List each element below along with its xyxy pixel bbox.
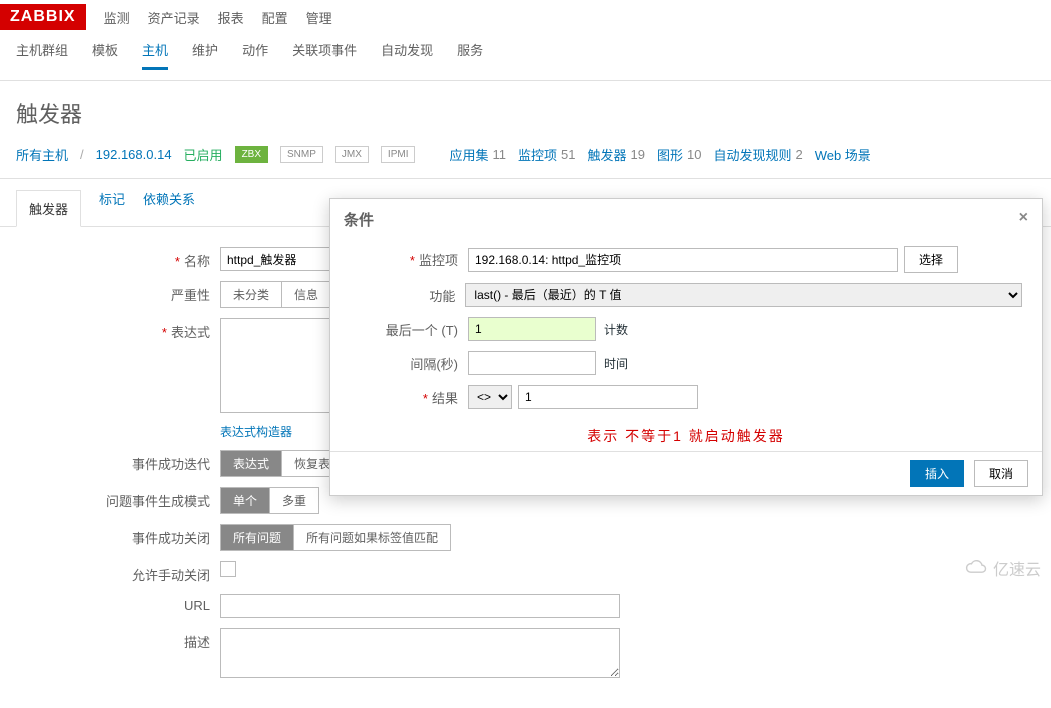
url-input[interactable] [220,594,620,618]
count-items[interactable]: 监控项 [518,145,557,164]
count-discovery[interactable]: 自动发现规则 [713,145,791,164]
expr-builder-link[interactable]: 表达式构造器 [220,423,292,440]
count-graphs[interactable]: 图形 [657,145,683,164]
modal-insert-button[interactable]: 插入 [910,460,964,487]
modal-interval-label: 间隔(秒) [350,354,468,373]
modal-interval-unit: 时间 [604,355,628,372]
event-ok-close-label: 事件成功关闭 [0,524,220,547]
event-ok-gen-expr[interactable]: 表达式 [220,450,282,477]
subnav-hostgroups[interactable]: 主机群组 [16,40,68,70]
subnav-templates[interactable]: 模板 [92,40,118,70]
count-graphs-val: 10 [687,147,701,162]
modal-cancel-button[interactable]: 取消 [974,460,1028,487]
severity-label: 严重性 [0,281,220,304]
watermark: 亿速云 [961,556,1041,580]
url-label: URL [0,594,220,613]
name-label: 名称 [184,254,210,269]
expr-label: 表达式 [171,325,210,340]
severity-info[interactable]: 信息 [282,281,331,308]
modal-close-icon[interactable]: × [1019,209,1028,230]
count-items-val: 51 [561,147,575,162]
subnav-maintenance[interactable]: 维护 [192,40,218,70]
problem-mode-label: 问题事件生成模式 [0,487,220,510]
severity-unclassified[interactable]: 未分类 [220,281,282,308]
cloud-icon [961,559,989,577]
modal-lastof-label: 最后一个 (T) [350,320,468,339]
subnav-services[interactable]: 服务 [457,40,483,70]
count-discovery-val: 2 [795,147,802,162]
count-apps-val: 11 [493,147,507,162]
condition-modal: 条件 × *监控项 选择 功能 last() - 最后（最近）的 T 值 最后一… [329,198,1043,496]
modal-item-input[interactable] [468,248,898,272]
modal-result-op-select[interactable]: <> [468,385,512,409]
sub-nav: 主机群组 模板 主机 维护 动作 关联项事件 自动发现 服务 [0,30,1051,81]
tab-tags[interactable]: 标记 [99,189,125,226]
breadcrumb: 所有主机 / 192.168.0.14 已启用 ZBX SNMP JMX IPM… [0,145,1051,179]
count-apps[interactable]: 应用集 [449,145,488,164]
manual-close-checkbox[interactable] [220,561,236,577]
modal-title: 条件 [344,209,374,230]
brand-logo: ZABBIX [0,4,86,30]
modal-note: 表示 不等于1 就启动触发器 [330,426,1042,446]
subnav-discovery[interactable]: 自动发现 [381,40,433,70]
modal-func-select[interactable]: last() - 最后（最近）的 T 值 [465,283,1022,307]
subnav-correlation[interactable]: 关联项事件 [292,40,357,70]
breadcrumb-all-hosts[interactable]: 所有主机 [16,145,68,164]
badge-snmp: SNMP [280,146,323,163]
status-enabled: 已启用 [184,145,223,164]
manual-close-label: 允许手动关闭 [0,561,220,584]
breadcrumb-host[interactable]: 192.168.0.14 [96,147,172,162]
breadcrumb-sep: / [80,147,84,162]
modal-select-button[interactable]: 选择 [904,246,958,273]
modal-lastof-unit: 计数 [604,321,628,338]
event-ok-close-tagmatch[interactable]: 所有问题如果标签值匹配 [294,524,451,551]
badge-zbx: ZBX [235,146,268,163]
count-web[interactable]: Web 场景 [815,145,871,164]
event-ok-gen-label: 事件成功迭代 [0,450,220,473]
nav-config[interactable]: 配置 [262,8,288,27]
modal-item-label: 监控项 [419,253,458,268]
nav-monitor[interactable]: 监测 [104,8,130,27]
tab-deps[interactable]: 依赖关系 [143,189,195,226]
badge-jmx: JMX [335,146,369,163]
problem-mode-single[interactable]: 单个 [220,487,270,514]
nav-admin[interactable]: 管理 [306,8,332,27]
modal-result-value-input[interactable] [518,385,698,409]
modal-lastof-input[interactable] [468,317,596,341]
event-ok-close-all[interactable]: 所有问题 [220,524,294,551]
modal-interval-input[interactable] [468,351,596,375]
modal-result-label: 结果 [432,391,458,406]
desc-textarea[interactable] [220,628,620,678]
subnav-actions[interactable]: 动作 [242,40,268,70]
nav-inventory[interactable]: 资产记录 [148,8,200,27]
count-triggers[interactable]: 触发器 [587,145,626,164]
modal-func-label: 功能 [350,286,465,305]
desc-label: 描述 [0,628,220,651]
tab-triggers[interactable]: 触发器 [16,190,81,227]
badge-ipmi: IPMI [381,146,416,163]
nav-reports[interactable]: 报表 [218,8,244,27]
top-nav: 监测 资产记录 报表 配置 管理 [88,8,348,27]
page-title: 触发器 [0,81,1051,145]
problem-mode-multi[interactable]: 多重 [270,487,319,514]
subnav-hosts[interactable]: 主机 [142,40,168,70]
count-triggers-val: 19 [631,147,645,162]
